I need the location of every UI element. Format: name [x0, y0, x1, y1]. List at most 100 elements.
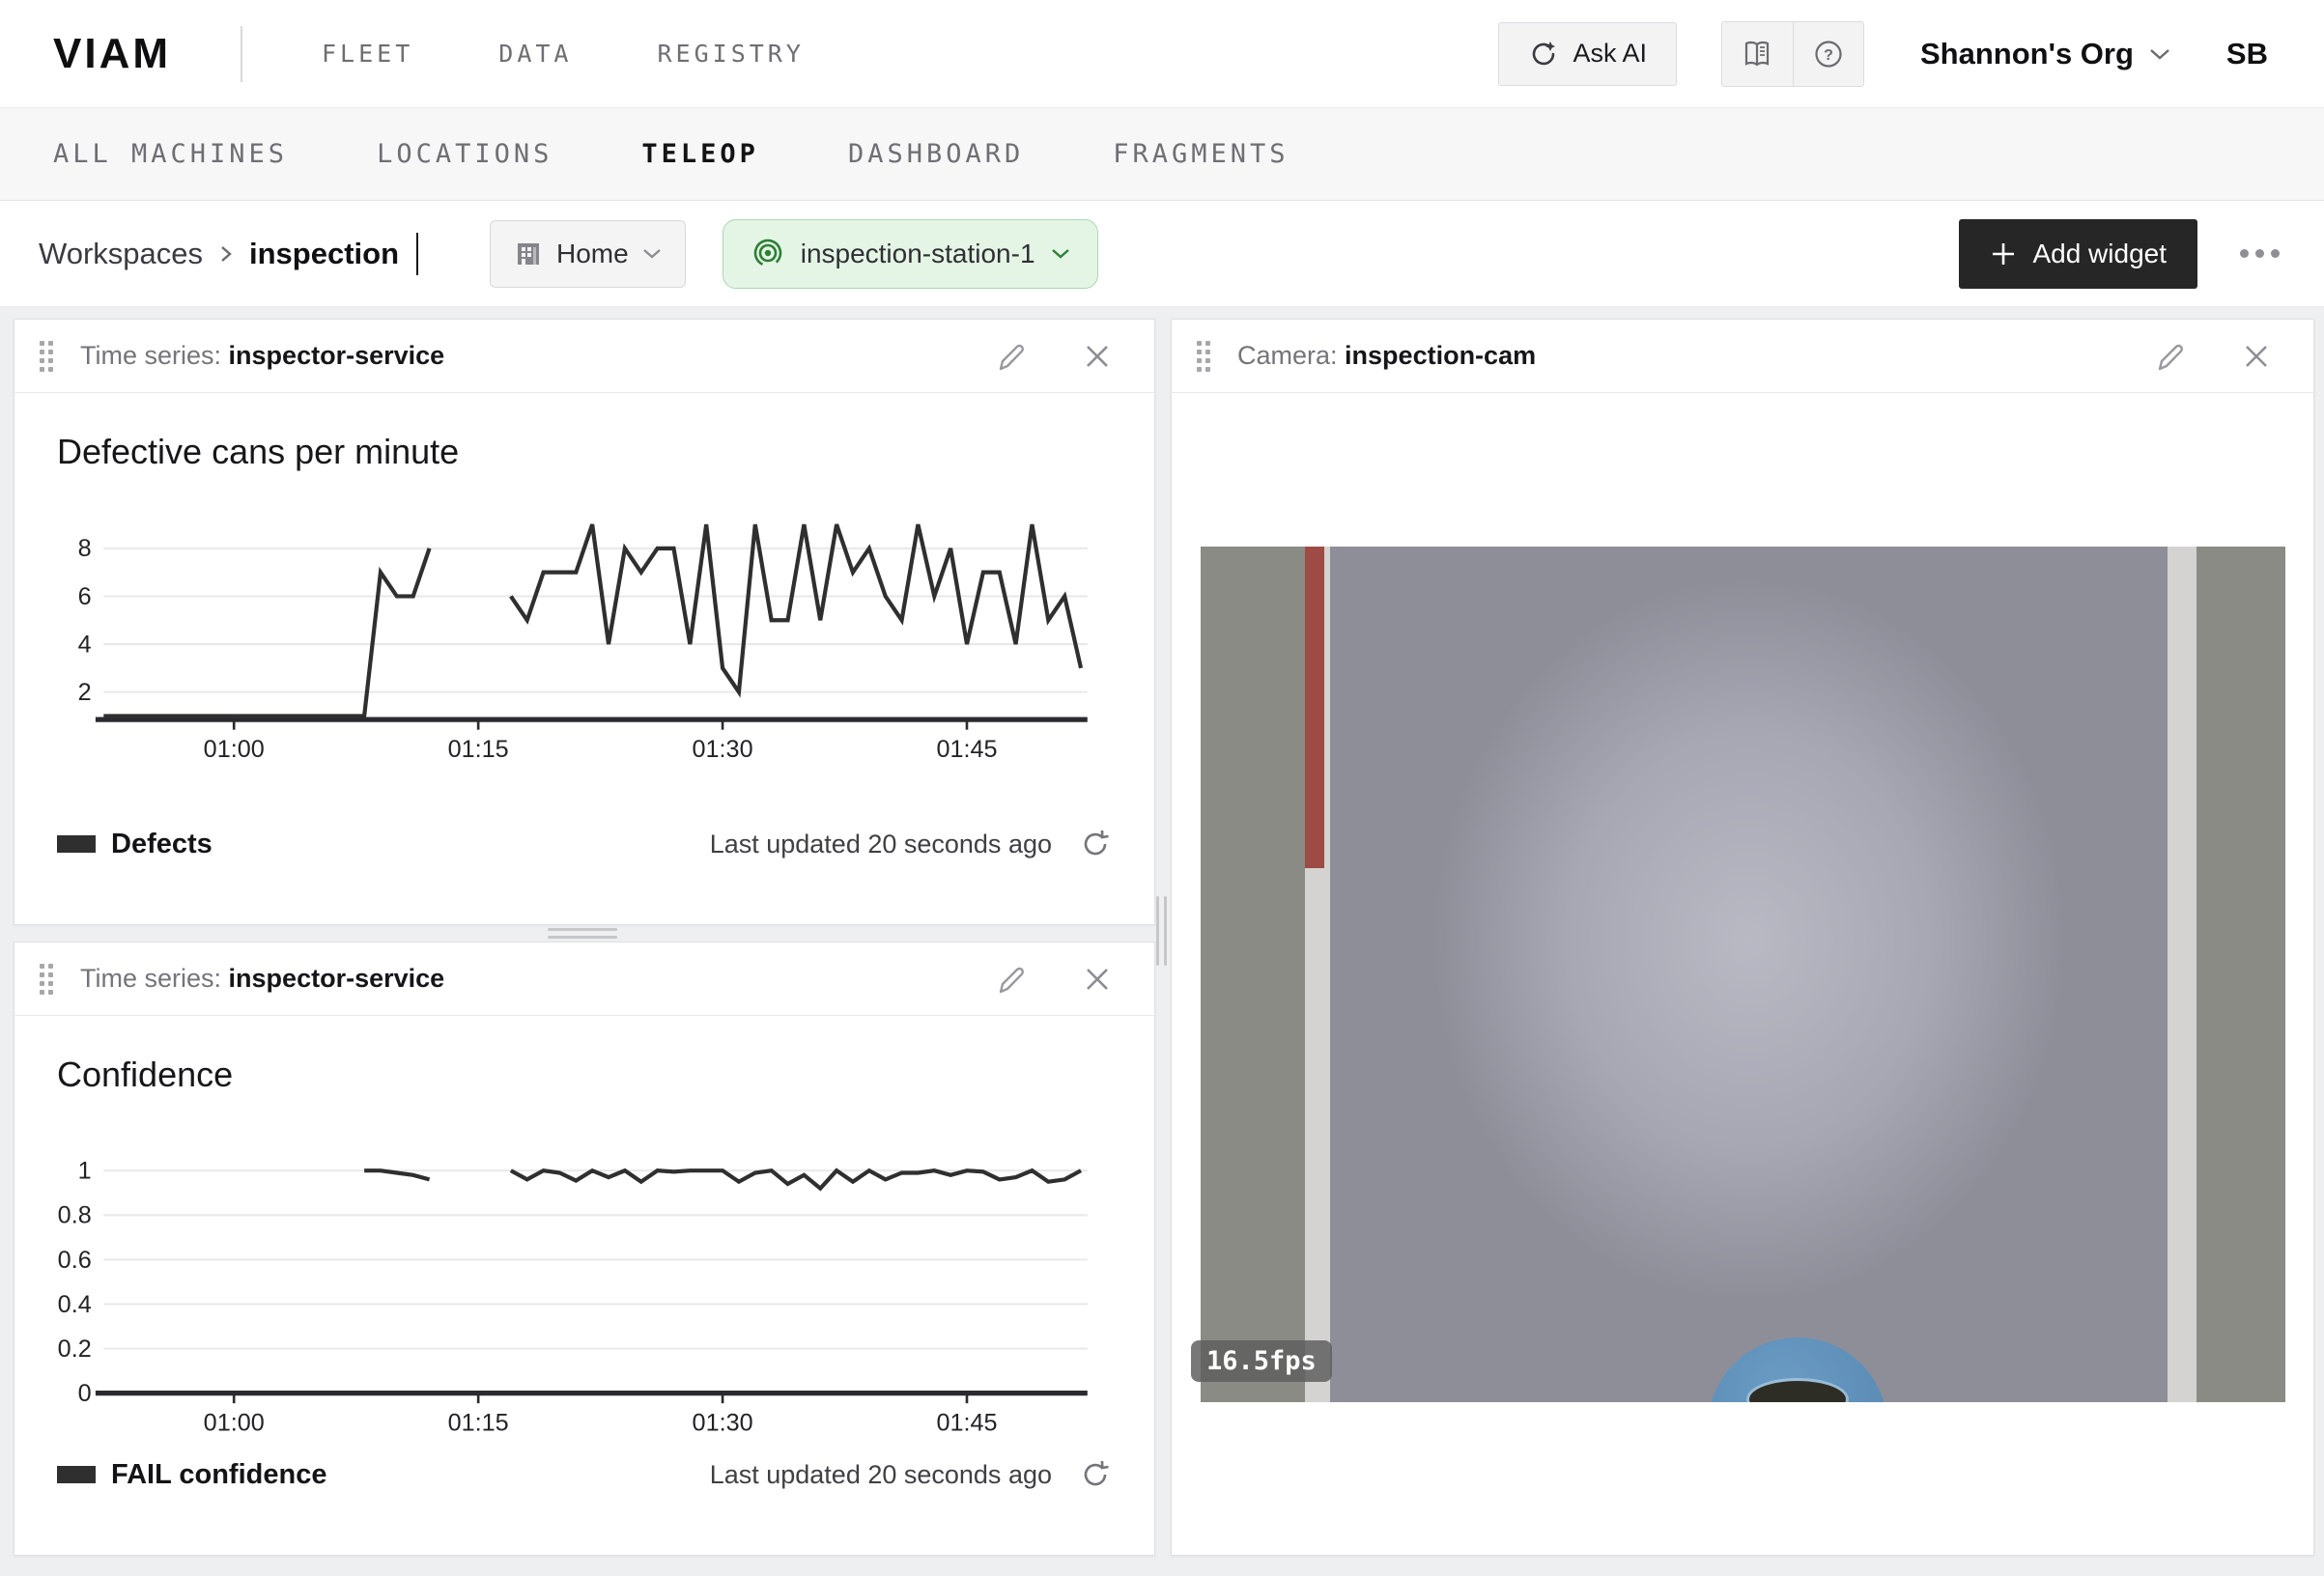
close-icon — [2242, 342, 2271, 371]
chart-area: Defective cans per minute 246801:0001:15… — [14, 393, 1154, 759]
nav-fleet[interactable]: FLEET — [322, 40, 413, 68]
building-icon — [514, 239, 543, 268]
workspace-canvas: Time series: inspector-service Defective… — [0, 307, 2324, 1576]
widget-source: inspector-service — [229, 341, 445, 370]
close-widget-button[interactable] — [1075, 957, 1119, 1001]
legend-swatch — [57, 1466, 96, 1483]
widget-title: Camera: inspection-cam — [1237, 341, 1536, 371]
widget-footer: FAIL confidence Last updated 20 seconds … — [57, 1458, 1112, 1491]
plus-icon — [1990, 240, 2017, 267]
camera-feed-wall-left — [1201, 547, 1305, 1402]
close-widget-button[interactable] — [2234, 334, 2279, 379]
ask-ai-label: Ask AI — [1573, 39, 1647, 69]
svg-text:01:45: 01:45 — [936, 1409, 997, 1432]
svg-text:4: 4 — [78, 631, 92, 658]
svg-text:0.4: 0.4 — [58, 1291, 92, 1318]
ask-ai-sparkle-icon — [1528, 39, 1559, 70]
machine-name: inspection-station-1 — [801, 239, 1035, 269]
docs-button[interactable] — [1722, 22, 1793, 86]
tab-fragments[interactable]: FRAGMENTS — [1113, 139, 1289, 169]
help-button[interactable]: ? — [1793, 22, 1863, 86]
add-widget-button[interactable]: Add widget — [1959, 219, 2197, 289]
camera-feed-red-bar — [1305, 547, 1324, 868]
fps-badge: 16.5fps — [1191, 1340, 1332, 1382]
top-bar: VIAM FLEET DATA REGISTRY Ask AI — [0, 0, 2324, 108]
svg-text:0.6: 0.6 — [58, 1247, 92, 1274]
svg-text:8: 8 — [78, 535, 92, 562]
svg-text:01:45: 01:45 — [936, 736, 997, 759]
breadcrumb-workspaces[interactable]: Workspaces — [39, 237, 203, 271]
help-group: ? — [1721, 21, 1864, 87]
close-widget-button[interactable] — [1075, 334, 1119, 379]
drag-handle-icon[interactable] — [1197, 341, 1210, 372]
widget-source: inspector-service — [229, 964, 445, 993]
camera-feed-light-blob — [1330, 547, 2168, 1402]
pencil-icon — [994, 340, 1027, 373]
workspace-name-input[interactable]: inspection — [249, 237, 399, 271]
edit-widget-button[interactable] — [2147, 334, 2192, 379]
org-selector[interactable]: Shannon's Org — [1920, 37, 2170, 71]
tab-dashboard[interactable]: DASHBOARD — [848, 139, 1024, 169]
tab-all-machines[interactable]: ALL MACHINES — [53, 139, 288, 169]
widget-title: Time series: inspector-service — [80, 341, 444, 371]
widget-source: inspection-cam — [1345, 341, 1536, 370]
ask-ai-button[interactable]: Ask AI — [1498, 22, 1677, 86]
refresh-icon — [1079, 828, 1112, 860]
svg-text:?: ? — [1824, 47, 1833, 64]
svg-text:01:30: 01:30 — [693, 1409, 753, 1432]
refresh-icon — [1079, 1458, 1112, 1491]
book-icon — [1741, 38, 1773, 70]
last-updated-text: Last updated 20 seconds ago — [710, 1460, 1052, 1490]
svg-text:01:15: 01:15 — [448, 736, 509, 759]
timeseries-widget-defects: Time series: inspector-service Defective… — [14, 319, 1155, 925]
drag-handle-icon[interactable] — [40, 341, 53, 372]
legend-swatch — [57, 835, 96, 853]
camera-body: 16.5fps — [1172, 393, 2313, 1555]
nav-registry[interactable]: REGISTRY — [657, 40, 804, 68]
row-resize-handle[interactable] — [548, 928, 617, 943]
camera-feed — [1201, 547, 2285, 1402]
column-resize-handle[interactable] — [1156, 896, 1167, 966]
machine-selector[interactable]: inspection-station-1 — [723, 219, 1098, 289]
add-widget-label: Add widget — [2032, 239, 2167, 269]
svg-text:6: 6 — [78, 583, 92, 610]
widget-header: Time series: inspector-service — [14, 320, 1154, 393]
close-icon — [1083, 342, 1112, 371]
viam-logo[interactable]: VIAM — [53, 30, 171, 78]
divider — [241, 26, 242, 82]
widget-header: Time series: inspector-service — [14, 943, 1154, 1016]
more-options-button[interactable] — [2230, 239, 2289, 267]
drag-handle-icon[interactable] — [40, 964, 53, 995]
text-caret — [416, 233, 418, 275]
fleet-tab-bar: ALL MACHINES LOCATIONS TELEOP DASHBOARD … — [0, 108, 2324, 201]
refresh-button[interactable] — [1079, 828, 1112, 860]
svg-text:1: 1 — [78, 1158, 92, 1185]
widget-footer: Defects Last updated 20 seconds ago — [57, 828, 1112, 860]
legend-label: Defects — [111, 829, 213, 860]
avatar[interactable]: SB — [2226, 37, 2268, 71]
svg-text:2: 2 — [78, 679, 92, 706]
svg-text:01:00: 01:00 — [204, 1409, 265, 1432]
svg-text:0.8: 0.8 — [58, 1202, 92, 1229]
svg-text:01:15: 01:15 — [448, 1409, 509, 1432]
svg-text:0: 0 — [78, 1380, 92, 1407]
top-right-controls: Ask AI ? Shannon's Org — [1498, 21, 2268, 87]
edit-widget-button[interactable] — [988, 334, 1033, 379]
tab-locations[interactable]: LOCATIONS — [377, 139, 553, 169]
workspace-page-dropdown[interactable]: Home — [490, 220, 686, 288]
legend-label: FAIL confidence — [111, 1459, 326, 1491]
refresh-button[interactable] — [1079, 1458, 1112, 1491]
chevron-down-icon — [1051, 247, 1070, 260]
chevron-down-icon — [642, 247, 662, 260]
nav-data[interactable]: DATA — [498, 40, 572, 68]
svg-text:01:30: 01:30 — [693, 736, 753, 759]
svg-text:0.2: 0.2 — [58, 1336, 92, 1363]
tab-teleop[interactable]: TELEOP — [641, 139, 759, 169]
toolbar-right: Add widget — [1959, 219, 2289, 289]
edit-widget-button[interactable] — [988, 957, 1033, 1001]
camera-feed-rail-right — [2168, 547, 2196, 1402]
defects-line-chart: 246801:0001:1501:3001:45 — [57, 493, 1112, 759]
org-name: Shannon's Org — [1920, 37, 2134, 71]
machine-beacon-icon — [751, 237, 785, 271]
chart-area: Confidence 00.20.40.60.8101:0001:1501:30… — [14, 1016, 1154, 1433]
